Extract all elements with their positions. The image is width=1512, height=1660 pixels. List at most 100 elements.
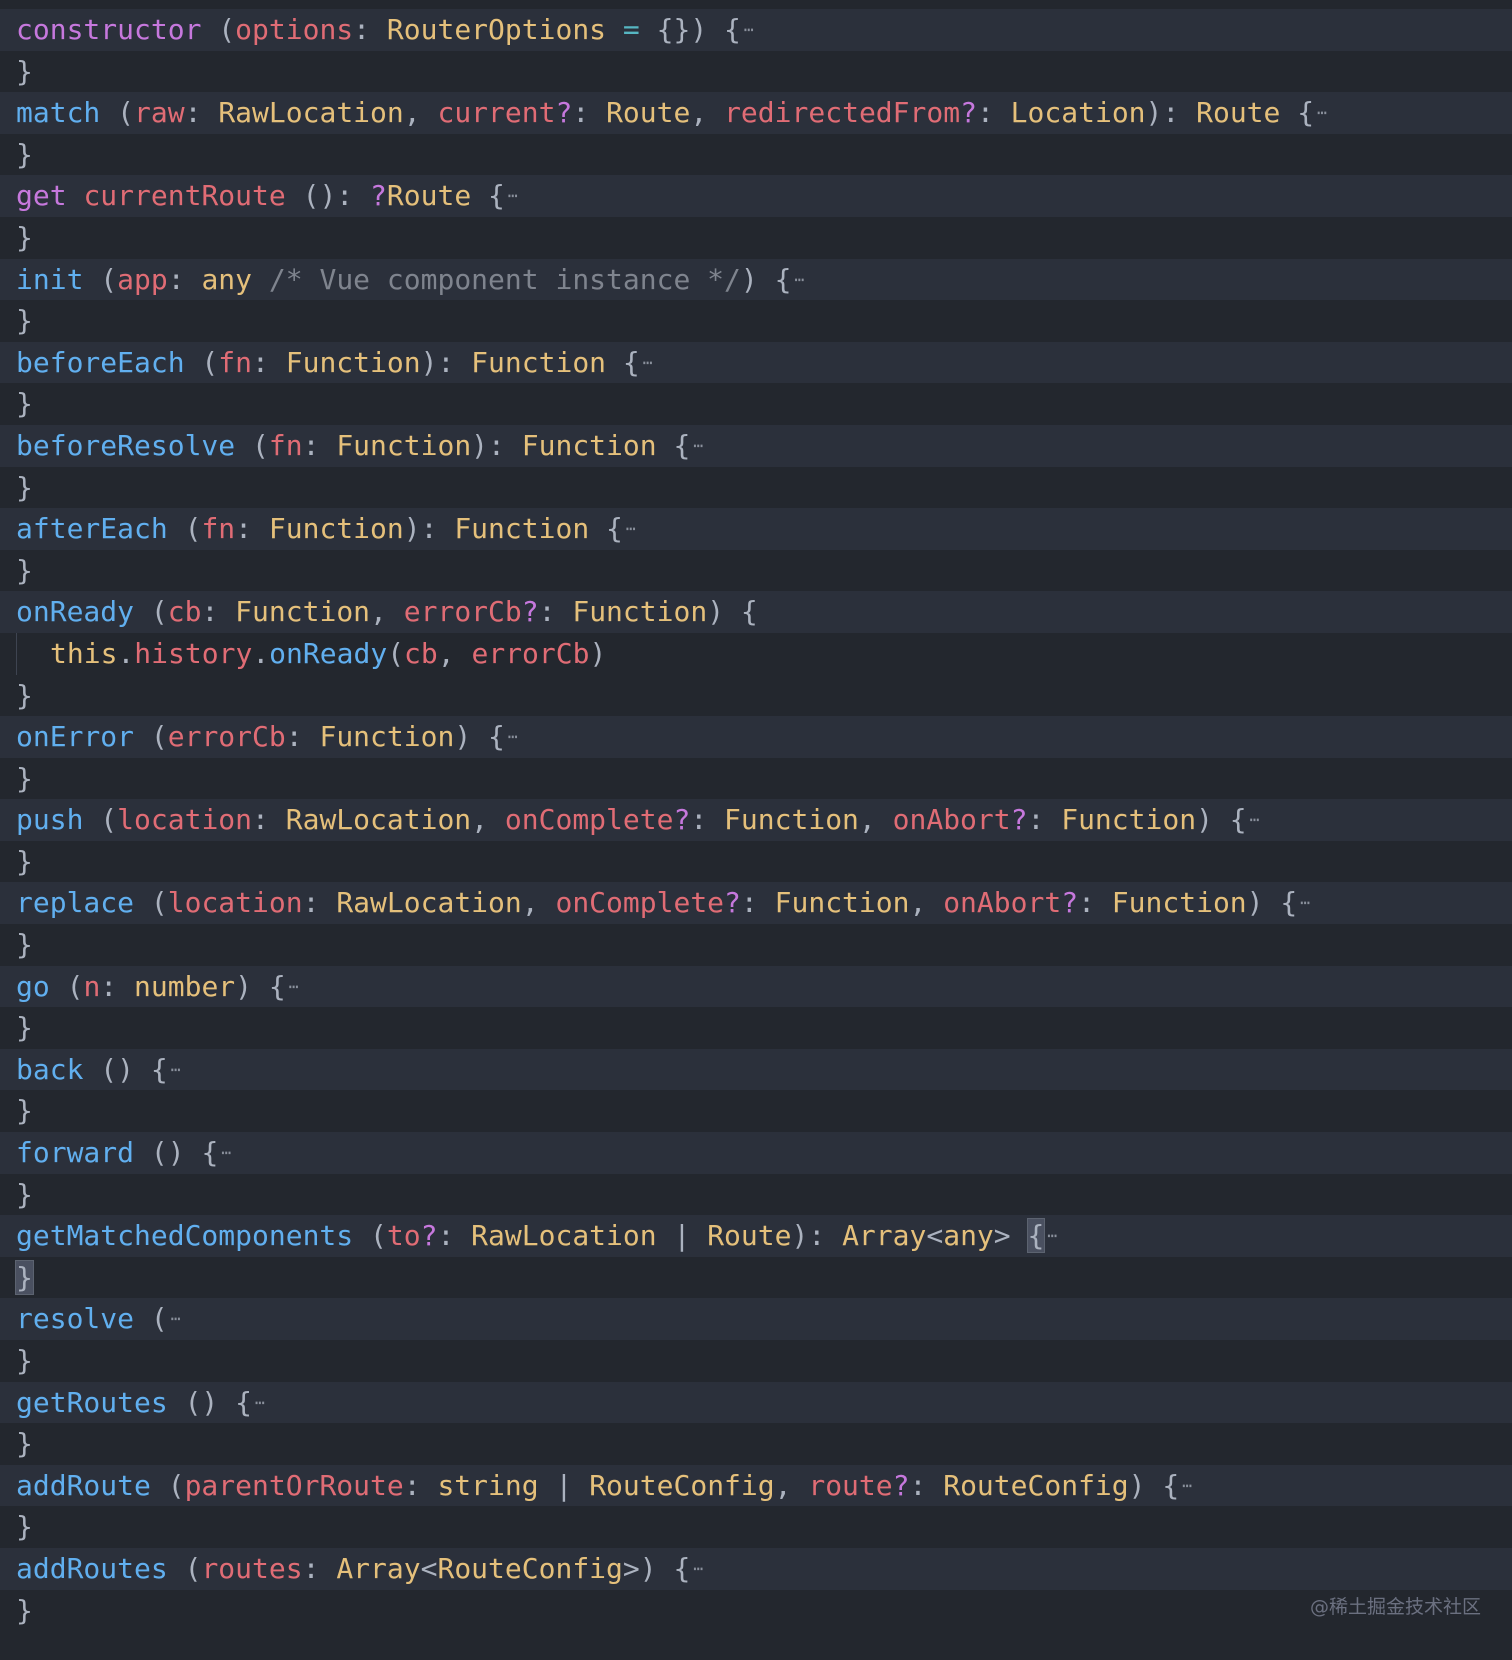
- code-token: ?: [673, 803, 691, 837]
- code-token: :: [1027, 803, 1062, 837]
- fold-ellipsis-icon[interactable]: ⋯: [289, 977, 299, 996]
- code-token: ) {: [1128, 1468, 1180, 1502]
- fold-ellipsis-icon[interactable]: ⋯: [1182, 1476, 1192, 1495]
- code-token: constructor: [16, 13, 202, 46]
- code-token: Route: [1196, 96, 1281, 130]
- code-line[interactable]: }: [0, 1340, 1512, 1382]
- code-token: ,: [858, 803, 893, 837]
- code-token: location: [167, 886, 303, 920]
- code-line[interactable]: replace (location: RawLocation, onComple…: [0, 882, 1512, 925]
- code-token: app: [117, 262, 168, 296]
- code-token: ):: [1145, 96, 1197, 130]
- code-token: }: [16, 1344, 33, 1377]
- code-token: (: [83, 803, 118, 837]
- code-token: ,: [909, 886, 944, 920]
- code-editor[interactable]: constructor (options: RouterOptions = {}…: [0, 9, 1512, 1632]
- code-line[interactable]: }: [0, 216, 1512, 259]
- fold-ellipsis-icon[interactable]: ⋯: [508, 727, 518, 746]
- code-token: }: [16, 761, 33, 795]
- code-line[interactable]: }: [0, 1423, 1512, 1465]
- code-token: Function: [268, 512, 404, 546]
- fold-ellipsis-icon[interactable]: ⋯: [171, 1309, 181, 1328]
- code-line[interactable]: }: [0, 50, 1512, 93]
- code-line[interactable]: onReady (cb: Function, errorCb?: Functio…: [0, 591, 1512, 633]
- code-line[interactable]: }: [0, 1090, 1512, 1133]
- code-token: ?: [1010, 803, 1028, 837]
- code-token: RouteConfig: [943, 1468, 1129, 1502]
- code-line[interactable]: onError (errorCb: Function) {⋯: [0, 716, 1512, 758]
- code-token: (: [134, 720, 168, 754]
- code-line[interactable]: }: [0, 1256, 1512, 1299]
- code-line[interactable]: addRoutes (routes: Array<RouteConfig>) {…: [0, 1547, 1512, 1590]
- code-line[interactable]: addRoute (parentOrRoute: string | RouteC…: [0, 1464, 1512, 1507]
- code-line[interactable]: constructor (options: RouterOptions = {}…: [0, 9, 1512, 51]
- code-token: RawLocation: [471, 1219, 657, 1253]
- code-line[interactable]: }: [0, 1007, 1512, 1049]
- fold-ellipsis-icon[interactable]: ⋯: [626, 519, 636, 538]
- code-token: :: [538, 595, 573, 629]
- code-token: :: [403, 1468, 438, 1502]
- code-line[interactable]: }: [0, 383, 1512, 425]
- fold-ellipsis-icon[interactable]: ⋯: [171, 1060, 181, 1079]
- code-token: forward: [16, 1136, 135, 1170]
- indent-guide: [16, 632, 50, 675]
- code-token: ) {: [1196, 803, 1247, 837]
- code-line[interactable]: }: [0, 840, 1512, 883]
- fold-ellipsis-icon[interactable]: ⋯: [508, 186, 518, 205]
- code-token: :: [285, 720, 320, 754]
- code-line[interactable]: }: [0, 757, 1512, 800]
- code-line[interactable]: }: [0, 466, 1512, 509]
- code-line[interactable]: }: [0, 133, 1512, 176]
- fold-ellipsis-icon[interactable]: ⋯: [693, 436, 703, 455]
- fold-ellipsis-icon[interactable]: ⋯: [794, 270, 804, 289]
- code-token: }: [16, 1510, 33, 1544]
- code-token: {}) {: [639, 13, 741, 46]
- code-token: () {: [167, 1385, 253, 1419]
- code-token: (: [83, 262, 118, 296]
- code-token: :: [353, 13, 387, 46]
- code-token: {: [1280, 96, 1315, 130]
- fold-ellipsis-icon[interactable]: ⋯: [744, 20, 754, 39]
- fold-ellipsis-icon[interactable]: ⋯: [693, 1559, 703, 1578]
- code-token: addRoute: [16, 1468, 151, 1502]
- code-line[interactable]: match (raw: RawLocation, current?: Route…: [0, 92, 1512, 134]
- code-line[interactable]: }: [0, 1589, 1512, 1632]
- code-line[interactable]: init (app: any /* Vue component instance…: [0, 258, 1512, 301]
- code-token: to: [386, 1219, 421, 1253]
- code-token: :: [252, 803, 286, 837]
- code-token: :: [572, 96, 607, 130]
- code-line[interactable]: beforeResolve (fn: Function): Function {…: [0, 424, 1512, 467]
- code-line[interactable]: }: [0, 924, 1512, 966]
- code-line[interactable]: resolve (⋯: [0, 1298, 1512, 1340]
- code-line[interactable]: }: [0, 549, 1512, 592]
- code-line[interactable]: getRoutes () {⋯: [0, 1381, 1512, 1424]
- code-token: back: [16, 1052, 84, 1086]
- code-line[interactable]: back () {⋯: [0, 1048, 1512, 1091]
- fold-ellipsis-icon[interactable]: ⋯: [1317, 103, 1327, 122]
- code-token: init: [16, 262, 84, 296]
- code-line[interactable]: getMatchedComponents (to?: RawLocation |…: [0, 1215, 1512, 1257]
- code-line[interactable]: go (n: number) {⋯: [0, 965, 1512, 1008]
- code-line[interactable]: }: [0, 300, 1512, 342]
- code-line[interactable]: get currentRoute (): ?Route {⋯: [0, 175, 1512, 217]
- code-line[interactable]: forward () {⋯: [0, 1132, 1512, 1174]
- fold-ellipsis-icon[interactable]: ⋯: [643, 353, 653, 372]
- code-line[interactable]: afterEach (fn: Function): Function {⋯: [0, 508, 1512, 550]
- fold-ellipsis-icon[interactable]: ⋯: [1300, 893, 1310, 912]
- fold-ellipsis-icon[interactable]: ⋯: [221, 1143, 231, 1162]
- fold-ellipsis-icon[interactable]: ⋯: [1250, 810, 1260, 829]
- matched-bracket: }: [15, 1259, 34, 1295]
- fold-ellipsis-icon[interactable]: ⋯: [1047, 1226, 1057, 1245]
- code-token: any: [201, 262, 253, 296]
- code-line[interactable]: this.history.onReady(cb, errorCb): [0, 632, 1512, 675]
- fold-ellipsis-icon[interactable]: ⋯: [255, 1393, 265, 1412]
- code-line[interactable]: push (location: RawLocation, onComplete?…: [0, 799, 1512, 841]
- code-line[interactable]: }: [0, 1173, 1512, 1216]
- code-line[interactable]: }: [0, 674, 1512, 717]
- code-token: onComplete: [555, 886, 725, 920]
- code-token: {: [471, 179, 505, 213]
- code-token: ,: [437, 636, 472, 670]
- code-line[interactable]: }: [0, 1506, 1512, 1548]
- code-line[interactable]: beforeEach (fn: Function): Function {⋯: [0, 341, 1512, 384]
